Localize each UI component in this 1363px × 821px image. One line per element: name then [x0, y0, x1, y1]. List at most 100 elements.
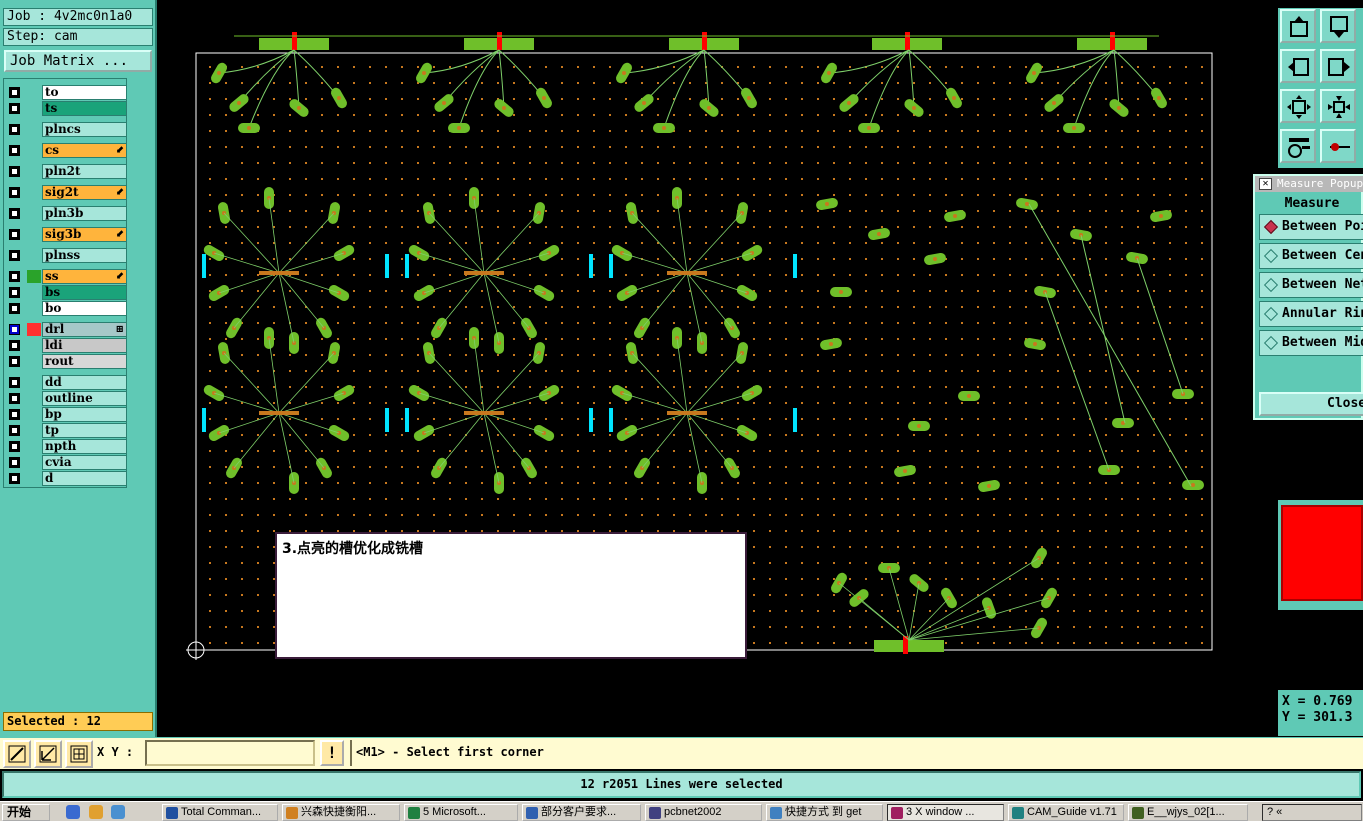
zoom-fit-button[interactable]	[1280, 89, 1316, 123]
layer-color-swatch[interactable]	[27, 286, 41, 299]
layer-checkbox[interactable]	[9, 166, 20, 177]
layer-row-7[interactable]: sig3b ⬋	[4, 227, 128, 242]
settings-tool-button[interactable]	[1280, 129, 1316, 163]
zoom-up-button[interactable]	[1280, 9, 1316, 43]
taskbar-button-3[interactable]: 部分客户要求...	[522, 804, 641, 821]
taskbar-button-4[interactable]: pcbnet2002	[645, 804, 762, 821]
layer-color-swatch[interactable]	[27, 186, 41, 199]
layer-row-13[interactable]: ldi	[4, 338, 128, 353]
layer-color-swatch[interactable]	[27, 376, 41, 389]
layer-color-swatch[interactable]	[27, 144, 41, 157]
layer-row-4[interactable]: pln2t	[4, 164, 128, 179]
layer-checkbox[interactable]	[9, 287, 20, 298]
layer-color-swatch[interactable]	[27, 408, 41, 421]
layer-color-swatch[interactable]	[27, 228, 41, 241]
grid-snap-button[interactable]	[65, 740, 93, 768]
layer-name[interactable]: bo	[42, 301, 127, 316]
layer-checkbox[interactable]	[9, 271, 20, 282]
layer-checkbox[interactable]	[9, 473, 20, 484]
layer-checkbox[interactable]	[9, 356, 20, 367]
layer-color-swatch[interactable]	[27, 440, 41, 453]
taskbar-button-2[interactable]: 5 Microsoft...	[404, 804, 518, 821]
layer-row-14[interactable]: rout	[4, 354, 128, 369]
layer-row-9[interactable]: ss ⬋	[4, 269, 128, 284]
layer-name[interactable]: d	[42, 471, 127, 486]
layer-color-swatch[interactable]	[27, 323, 41, 336]
zoom-home-button[interactable]	[1320, 89, 1356, 123]
layer-row-21[interactable]: d	[4, 471, 128, 486]
measure-option-1[interactable]: Between Centers	[1259, 243, 1363, 269]
layer-checkbox[interactable]	[9, 103, 20, 114]
layer-color-swatch[interactable]	[27, 270, 41, 283]
layer-checkbox[interactable]	[9, 425, 20, 436]
layer-checkbox[interactable]	[9, 409, 20, 420]
layer-checkbox[interactable]	[9, 145, 20, 156]
layer-name[interactable]: rout	[42, 354, 127, 369]
layer-color-swatch[interactable]	[27, 456, 41, 469]
layer-row-18[interactable]: tp	[4, 423, 128, 438]
layer-color-swatch[interactable]	[27, 123, 41, 136]
layer-checkbox[interactable]	[9, 340, 20, 351]
layer-name[interactable]: ldi	[42, 338, 127, 353]
measure-option-0[interactable]: Between Points	[1259, 214, 1363, 240]
layer-name[interactable]: ts	[42, 101, 127, 116]
ie-icon[interactable]	[66, 805, 80, 819]
layer-color-swatch[interactable]	[27, 86, 41, 99]
layer-color-swatch[interactable]	[27, 302, 41, 315]
layer-checkbox[interactable]	[9, 303, 20, 314]
layer-row-6[interactable]: pln3b	[4, 206, 128, 221]
layer-checkbox[interactable]	[9, 124, 20, 135]
layer-name[interactable]: sig2t ⬋	[42, 185, 127, 200]
xy-input[interactable]	[145, 740, 315, 766]
snap-mode-button[interactable]	[3, 740, 31, 768]
snap-angle-button[interactable]	[34, 740, 62, 768]
layer-row-1[interactable]: ts	[4, 101, 128, 116]
layer-row-10[interactable]: bs	[4, 285, 128, 300]
layer-checkbox[interactable]	[9, 457, 20, 468]
layer-color-swatch[interactable]	[27, 392, 41, 405]
layer-checkbox[interactable]	[9, 87, 20, 98]
layer-color-swatch[interactable]	[27, 207, 41, 220]
layer-row-16[interactable]: outline	[4, 391, 128, 406]
zoom-down-button[interactable]	[1320, 9, 1356, 43]
radio-diamond-icon[interactable]	[1263, 277, 1279, 293]
taskbar-button-5[interactable]: 快捷方式 到 get	[766, 804, 883, 821]
layer-row-17[interactable]: bp	[4, 407, 128, 422]
layer-checkbox[interactable]	[9, 187, 20, 198]
job-matrix-button[interactable]: Job Matrix ...	[4, 50, 152, 72]
measure-option-2[interactable]: Between Nets	[1259, 272, 1363, 298]
mini-map[interactable]	[1278, 500, 1363, 610]
layer-row-0[interactable]: to	[4, 85, 128, 100]
layer-name[interactable]: drl ⊞	[42, 322, 127, 337]
pan-right-button[interactable]	[1320, 49, 1356, 83]
layer-color-swatch[interactable]	[27, 102, 41, 115]
layer-name[interactable]: npth	[42, 439, 127, 454]
radio-diamond-icon[interactable]	[1263, 219, 1279, 235]
measure-option-4[interactable]: Between Mid	[1259, 330, 1363, 356]
layer-row-12[interactable]: drl ⊞	[4, 322, 128, 337]
layer-row-8[interactable]: plnss	[4, 248, 128, 263]
layer-checkbox[interactable]	[9, 324, 20, 335]
radio-diamond-icon[interactable]	[1263, 248, 1279, 264]
layer-name[interactable]: dd	[42, 375, 127, 390]
probe-tool-button[interactable]	[1320, 129, 1356, 163]
layer-row-20[interactable]: cvia	[4, 455, 128, 470]
close-icon[interactable]: ✕	[1259, 178, 1272, 190]
clock-icon[interactable]	[89, 805, 103, 819]
layer-name[interactable]: cvia	[42, 455, 127, 470]
taskbar-button-7[interactable]: CAM_Guide v1.71	[1008, 804, 1124, 821]
radio-diamond-icon[interactable]	[1263, 306, 1279, 322]
layer-checkbox[interactable]	[9, 393, 20, 404]
layer-checkbox[interactable]	[9, 377, 20, 388]
layer-checkbox[interactable]	[9, 208, 20, 219]
measure-option-3[interactable]: Annular Ring	[1259, 301, 1363, 327]
measure-popup-title[interactable]: ✕ Measure Popup	[1255, 176, 1363, 192]
layer-name[interactable]: bs	[42, 285, 127, 300]
layer-row-2[interactable]: plncs	[4, 122, 128, 137]
layer-color-swatch[interactable]	[27, 472, 41, 485]
start-button[interactable]: 开始	[2, 804, 50, 821]
layer-color-swatch[interactable]	[27, 165, 41, 178]
layer-color-swatch[interactable]	[27, 424, 41, 437]
layer-name[interactable]: pln2t	[42, 164, 127, 179]
layer-row-19[interactable]: npth	[4, 439, 128, 454]
